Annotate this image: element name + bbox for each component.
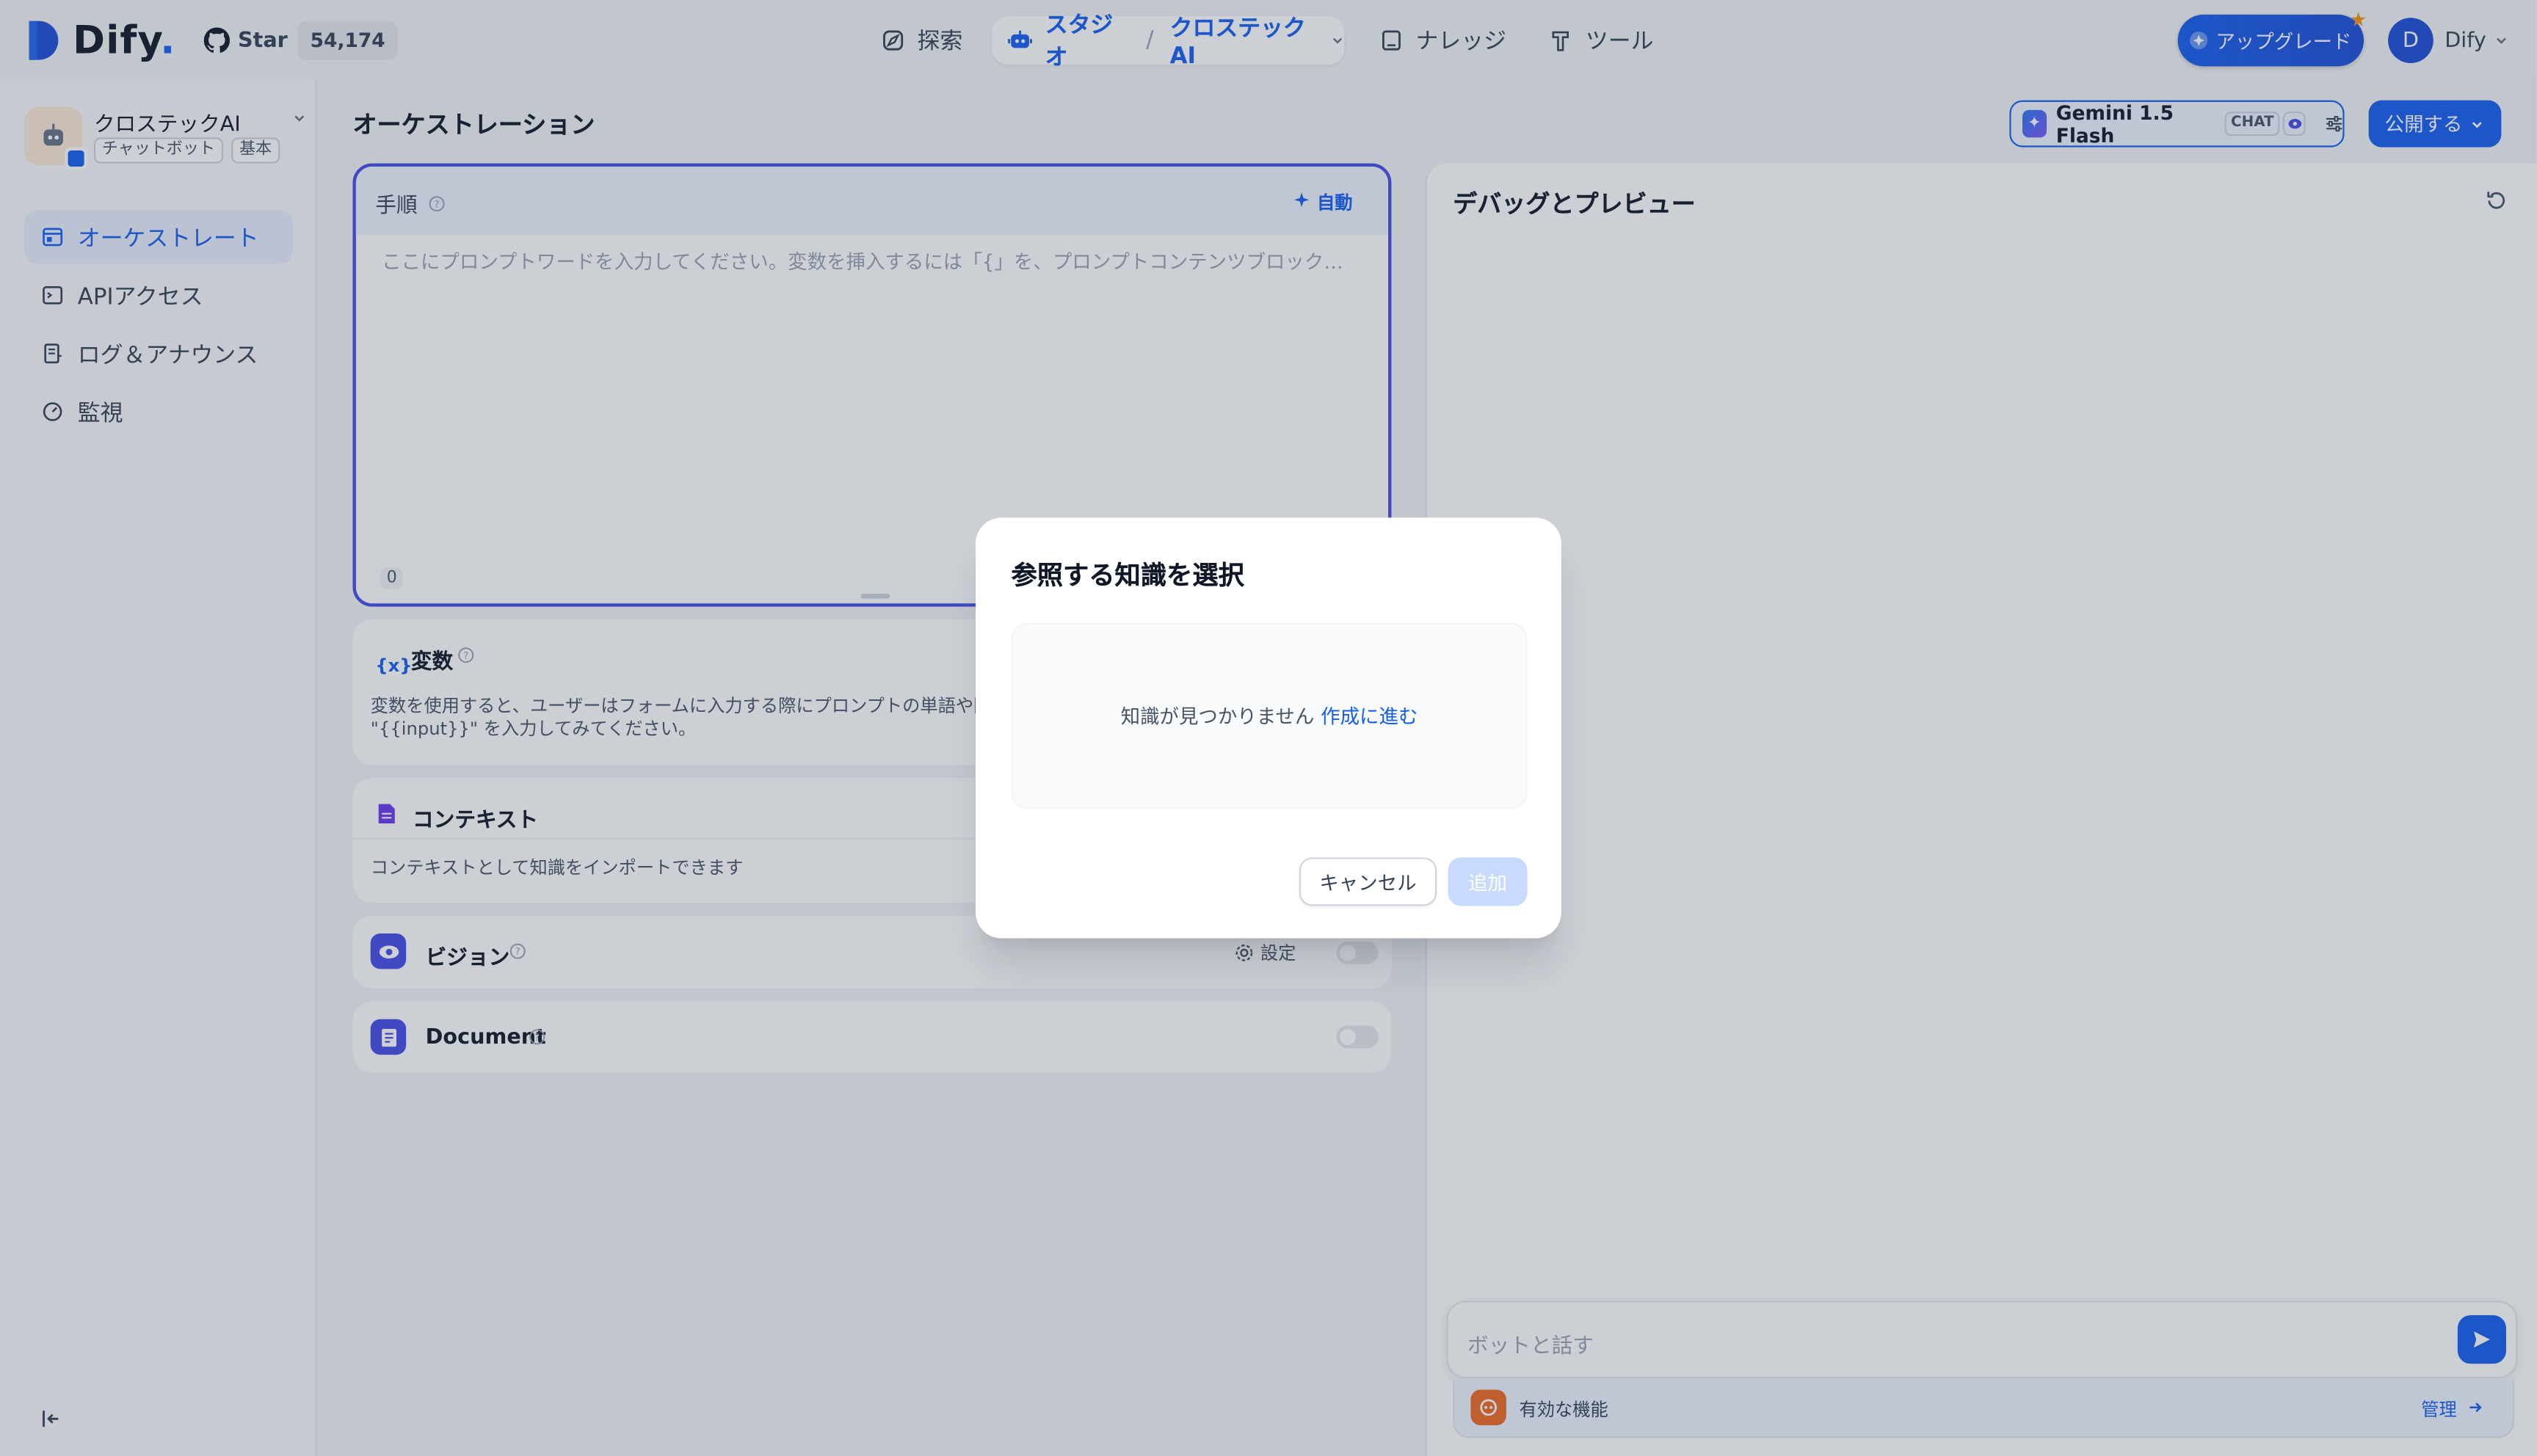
create-knowledge-link[interactable]: 作成に進む	[1321, 702, 1418, 729]
cancel-button[interactable]: キャンセル	[1299, 857, 1437, 906]
empty-knowledge-state: 知識が見つかりません 作成に進む	[1011, 622, 1528, 809]
empty-state-text: 知識が見つかりません	[1120, 705, 1315, 728]
add-button[interactable]: 追加	[1448, 857, 1528, 906]
select-knowledge-dialog: 参照する知識を選択 知識が見つかりません 作成に進む キャンセル 追加	[976, 517, 1561, 939]
dialog-title: 参照する知識を選択	[1011, 559, 1244, 591]
